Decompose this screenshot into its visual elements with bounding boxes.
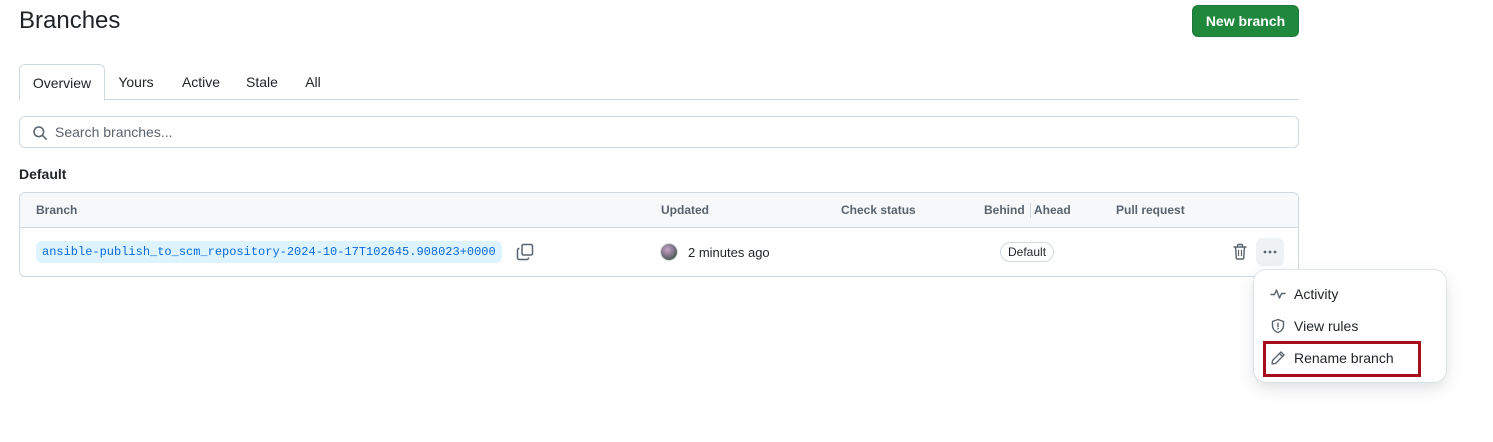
menu-item-rename-branch[interactable]: Rename branch [1262, 342, 1438, 374]
column-ahead: Ahead [1034, 203, 1071, 217]
search-input[interactable] [55, 117, 1285, 147]
branch-filter-tabs: Overview Yours Active Stale All [19, 64, 1299, 101]
column-pull-request: Pull request [1116, 203, 1185, 217]
table-row: ansible-publish_to_scm_repository-2024-1… [20, 228, 1298, 276]
column-behind: Behind [984, 203, 1025, 217]
search-icon [33, 126, 47, 140]
copy-icon[interactable] [515, 242, 535, 262]
tab-stale[interactable]: Stale [239, 64, 285, 100]
tab-active[interactable]: Active [173, 64, 229, 100]
tab-yours[interactable]: Yours [109, 64, 163, 100]
menu-item-label: Rename branch [1294, 350, 1394, 366]
menu-item-activity[interactable]: Activity [1262, 278, 1438, 310]
column-check-status: Check status [841, 203, 916, 217]
new-branch-button[interactable]: New branch [1192, 5, 1299, 37]
shield-icon [1271, 318, 1285, 334]
updated-time: 2 minutes ago [688, 244, 770, 260]
branches-table: Branch Updated Check status Behind Ahead… [19, 192, 1299, 277]
page-title: Branches [19, 7, 121, 34]
search-box [19, 116, 1299, 148]
column-divider [1030, 203, 1031, 218]
more-options-button[interactable] [1256, 238, 1284, 266]
pulse-icon [1270, 289, 1286, 299]
branch-name-link[interactable]: ansible-publish_to_scm_repository-2024-1… [36, 241, 502, 263]
branch-actions-menu: Activity View rules Rename branch [1254, 270, 1446, 382]
trash-icon[interactable] [1230, 242, 1250, 262]
avatar[interactable] [661, 244, 677, 260]
pencil-icon [1271, 351, 1285, 365]
menu-item-label: Activity [1294, 286, 1339, 302]
default-badge: Default [1000, 242, 1055, 262]
section-title-default: Default [19, 166, 67, 182]
menu-item-view-rules[interactable]: View rules [1262, 310, 1438, 342]
tab-all[interactable]: All [297, 64, 329, 100]
column-updated: Updated [661, 203, 709, 217]
menu-item-label: View rules [1294, 318, 1359, 334]
kebab-horizontal-icon [1263, 250, 1277, 254]
table-header: Branch Updated Check status Behind Ahead… [20, 193, 1298, 228]
column-branch: Branch [36, 203, 78, 217]
tab-overview[interactable]: Overview [19, 64, 105, 101]
